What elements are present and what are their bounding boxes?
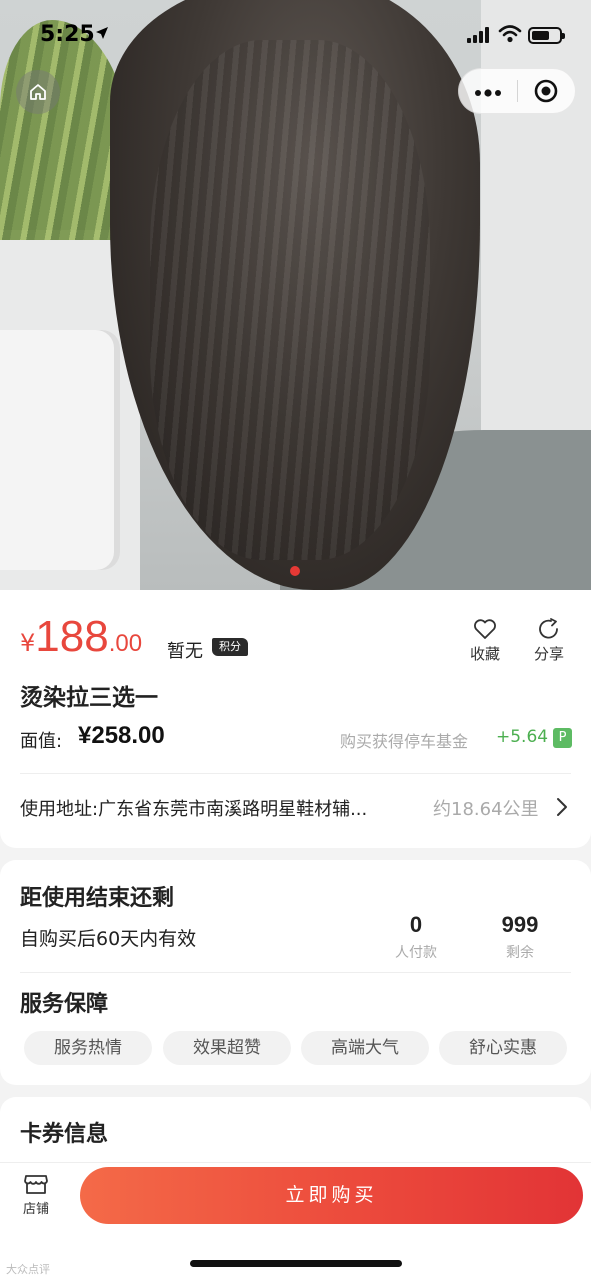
more-dots-icon	[474, 88, 501, 97]
close-target-icon	[534, 79, 558, 103]
remaining-count: 999	[501, 912, 539, 937]
store-button[interactable]: 店铺	[16, 1172, 56, 1217]
home-button[interactable]	[16, 70, 60, 114]
carousel-indicator-dot[interactable]	[290, 566, 300, 576]
service-tag: 服务热情	[24, 1031, 152, 1065]
face-value-label: 面值:	[20, 731, 63, 752]
remaining-label: 剩余	[506, 945, 534, 961]
price-currency: ¥	[20, 629, 36, 657]
paid-label: 人付款	[395, 945, 437, 961]
usage-address[interactable]: 使用地址:广东省东莞市南溪路明星鞋材辅...	[20, 795, 430, 821]
heart-icon	[474, 619, 496, 639]
share-icon	[539, 618, 558, 639]
price-decimal: .00	[108, 630, 143, 657]
service-tag: 高端大气	[301, 1031, 429, 1065]
share-button[interactable]: 分享	[526, 618, 572, 664]
favorite-button[interactable]: 收藏	[462, 618, 508, 664]
store-icon	[24, 1175, 48, 1194]
close-miniprogram-button[interactable]	[517, 78, 575, 104]
parking-fund-text: 购买获得停车基金	[340, 732, 469, 751]
coupon-heading: 卡券信息	[20, 1122, 109, 1147]
points-badge: 积分	[212, 638, 248, 656]
miniprogram-capsule	[458, 68, 576, 114]
service-tag: 效果超赞	[163, 1031, 291, 1065]
price: ¥ 188 .00	[20, 612, 142, 662]
buy-now-button[interactable]: 立即购买	[80, 1167, 583, 1224]
validity-heading: 距使用结束还剩	[20, 886, 175, 911]
hero-hair	[110, 0, 480, 590]
divider	[20, 972, 571, 973]
share-label: 分享	[533, 645, 564, 663]
product-title: 烫染拉三选一	[20, 685, 158, 711]
service-tag: 舒心实惠	[439, 1031, 567, 1065]
battery-icon	[528, 27, 565, 44]
wifi-icon	[498, 25, 522, 43]
parking-fund-value: +5.64	[496, 727, 549, 747]
paid-stat: 0 人付款	[371, 912, 461, 962]
face-value: ¥258.00	[78, 722, 165, 749]
points-text: 暂无	[167, 641, 203, 662]
remaining-stat: 999 剩余	[475, 912, 565, 962]
store-label: 店铺	[22, 1202, 49, 1217]
hero-chair	[0, 330, 120, 570]
more-button[interactable]	[459, 81, 517, 102]
chevron-right-icon[interactable]	[556, 797, 568, 817]
signal-icon	[467, 27, 489, 43]
location-arrow-icon	[96, 27, 108, 39]
status-bar: 5:25	[0, 0, 591, 70]
home-indicator[interactable]	[190, 1260, 402, 1267]
home-icon	[30, 84, 46, 100]
validity-text: 自购买后60天内有效	[20, 928, 197, 950]
service-heading: 服务保障	[20, 992, 109, 1017]
paid-count: 0	[409, 912, 423, 937]
favorite-label: 收藏	[469, 645, 500, 663]
status-time: 5:25	[40, 22, 95, 47]
parking-badge: P	[553, 728, 572, 748]
price-integer: 188	[35, 612, 109, 661]
distance: 约18.64公里	[433, 799, 539, 820]
divider	[20, 773, 571, 774]
watermark: 大众点评	[6, 1263, 50, 1276]
